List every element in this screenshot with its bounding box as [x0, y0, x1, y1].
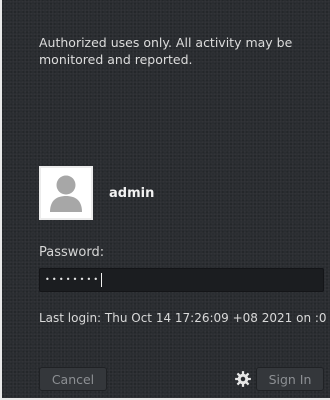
text-cursor: [101, 273, 103, 287]
authorization-banner: Authorized uses only. All activity may b…: [39, 35, 293, 67]
last-login-message: Last login: Thu Oct 14 17:26:09 +08 2021…: [39, 311, 327, 325]
username-label: admin: [109, 185, 155, 201]
password-field[interactable]: ••••••••: [39, 268, 324, 292]
cancel-button[interactable]: Cancel: [39, 367, 107, 391]
password-mask: ••••••••: [45, 275, 101, 284]
password-label: Password:: [39, 245, 105, 260]
sign-in-button[interactable]: Sign In: [256, 367, 324, 391]
login-screen: Authorized uses only. All activity may b…: [0, 0, 330, 400]
user-avatar: [39, 166, 93, 220]
gear-icon[interactable]: [234, 370, 252, 388]
user-entry[interactable]: admin: [39, 166, 154, 220]
user-silhouette-icon: [41, 168, 91, 218]
